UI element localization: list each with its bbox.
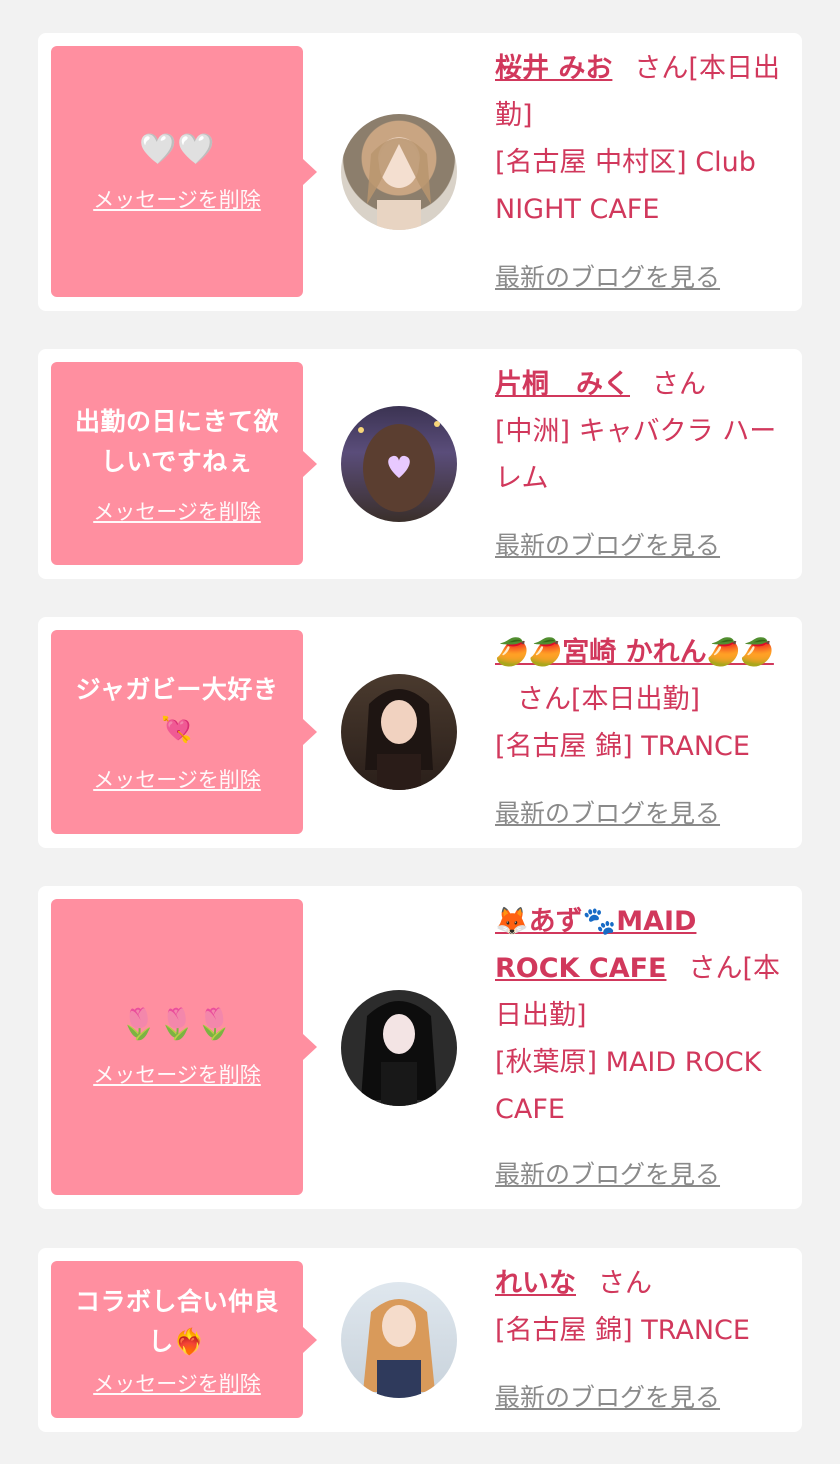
shop-name: [秋葉原] MAID ROCK CAFE xyxy=(495,1047,762,1125)
avatar[interactable] xyxy=(341,114,457,230)
cast-name-link[interactable]: れいな xyxy=(495,1268,576,1299)
message-text: ジャガビー大好き💘 xyxy=(75,675,279,744)
cast-info: 桜井 みお さん[本日出勤] [名古屋 中村区] Club NIGHT CAFE xyxy=(495,45,788,233)
message-text: 🤍🤍 xyxy=(139,131,215,167)
favorite-card: ジャガビー大好き💘 メッセージを削除 🥭🥭宮崎 かれん🥭🥭 さん[本日出勤] [名… xyxy=(38,617,802,848)
cast-suffix: さん xyxy=(652,369,706,400)
cast-name-link[interactable]: 桜井 みお xyxy=(495,53,612,84)
cast-name-link[interactable]: 🥭🥭宮崎 かれん🥭🥭 xyxy=(495,637,774,668)
avatar[interactable] xyxy=(341,1282,457,1398)
cast-suffix: さん[本日出勤] xyxy=(517,684,701,715)
message-bubble: 🌷🌷🌷 メッセージを削除 xyxy=(51,899,317,1195)
avatar[interactable] xyxy=(341,990,457,1106)
delete-message-link[interactable]: メッセージを削除 xyxy=(93,1059,261,1089)
avatar[interactable] xyxy=(341,674,457,790)
message-text: コラボし合い仲良し❤️‍🔥 xyxy=(74,1286,279,1356)
avatar-photo xyxy=(365,689,433,790)
message-bubble: 出勤の日にきて欲しいですねぇ メッセージを削除 xyxy=(51,362,317,565)
shop-name: [名古屋 錦] TRANCE xyxy=(495,1315,750,1346)
shop-name: [名古屋 錦] TRANCE xyxy=(495,731,750,762)
cast-info: 片桐 みく さん [中洲] キャバクラ ハーレム xyxy=(495,361,788,502)
avatar-photo xyxy=(363,1299,435,1398)
cast-suffix: さん xyxy=(598,1268,652,1299)
avatar[interactable] xyxy=(341,406,457,522)
cast-info: 🥭🥭宮崎 かれん🥭🥭 さん[本日出勤] [名古屋 錦] TRANCE xyxy=(495,629,788,770)
avatar-photo xyxy=(367,138,431,230)
latest-blog-link[interactable]: 最新のブログを見る xyxy=(495,526,720,562)
message-bubble: 🤍🤍 メッセージを削除 xyxy=(51,46,317,297)
message-bubble: コラボし合い仲良し❤️‍🔥 メッセージを削除 xyxy=(51,1261,317,1418)
cast-info: れいな さん [名古屋 錦] TRANCE xyxy=(495,1260,788,1354)
favorite-card: 出勤の日にきて欲しいですねぇ メッセージを削除 片桐 みく さん [中洲] キャバ… xyxy=(38,349,802,579)
message-text: 🌷🌷🌷 xyxy=(120,1007,234,1042)
message-text: 出勤の日にきて欲しいですねぇ xyxy=(74,406,279,476)
cast-name-link[interactable]: 片桐 みく xyxy=(495,369,630,400)
latest-blog-link[interactable]: 最新のブログを見る xyxy=(495,1378,720,1414)
shop-name: [中洲] キャバクラ ハーレム xyxy=(495,416,777,494)
latest-blog-link[interactable]: 最新のブログを見る xyxy=(495,258,720,294)
favorite-card: 🌷🌷🌷 メッセージを削除 🦊あず🐾MAID ROCK CAFE さん[本日出勤] … xyxy=(38,886,802,1209)
cast-info: 🦊あず🐾MAID ROCK CAFE さん[本日出勤] [秋葉原] MAID RO… xyxy=(495,898,788,1133)
latest-blog-link[interactable]: 最新のブログを見る xyxy=(495,794,720,830)
shop-name: [名古屋 中村区] Club NIGHT CAFE xyxy=(495,147,756,225)
cast-name-link[interactable]: 🦊あず🐾MAID ROCK CAFE xyxy=(495,906,696,984)
avatar-photo xyxy=(361,1001,437,1106)
message-bubble: ジャガビー大好き💘 メッセージを削除 xyxy=(51,630,317,834)
delete-message-link[interactable]: メッセージを削除 xyxy=(93,496,261,526)
favorite-card: 🤍🤍 メッセージを削除 桜井 みお さん[本日出勤] [名古屋 中村区] Club… xyxy=(38,33,802,311)
delete-message-link[interactable]: メッセージを削除 xyxy=(93,1368,261,1398)
delete-message-link[interactable]: メッセージを削除 xyxy=(93,764,261,794)
avatar-photo xyxy=(358,421,440,512)
favorite-card: コラボし合い仲良し❤️‍🔥 メッセージを削除 れいな さん [名古屋 錦] TRA… xyxy=(38,1248,802,1432)
latest-blog-link[interactable]: 最新のブログを見る xyxy=(495,1155,720,1191)
delete-message-link[interactable]: メッセージを削除 xyxy=(93,184,261,214)
